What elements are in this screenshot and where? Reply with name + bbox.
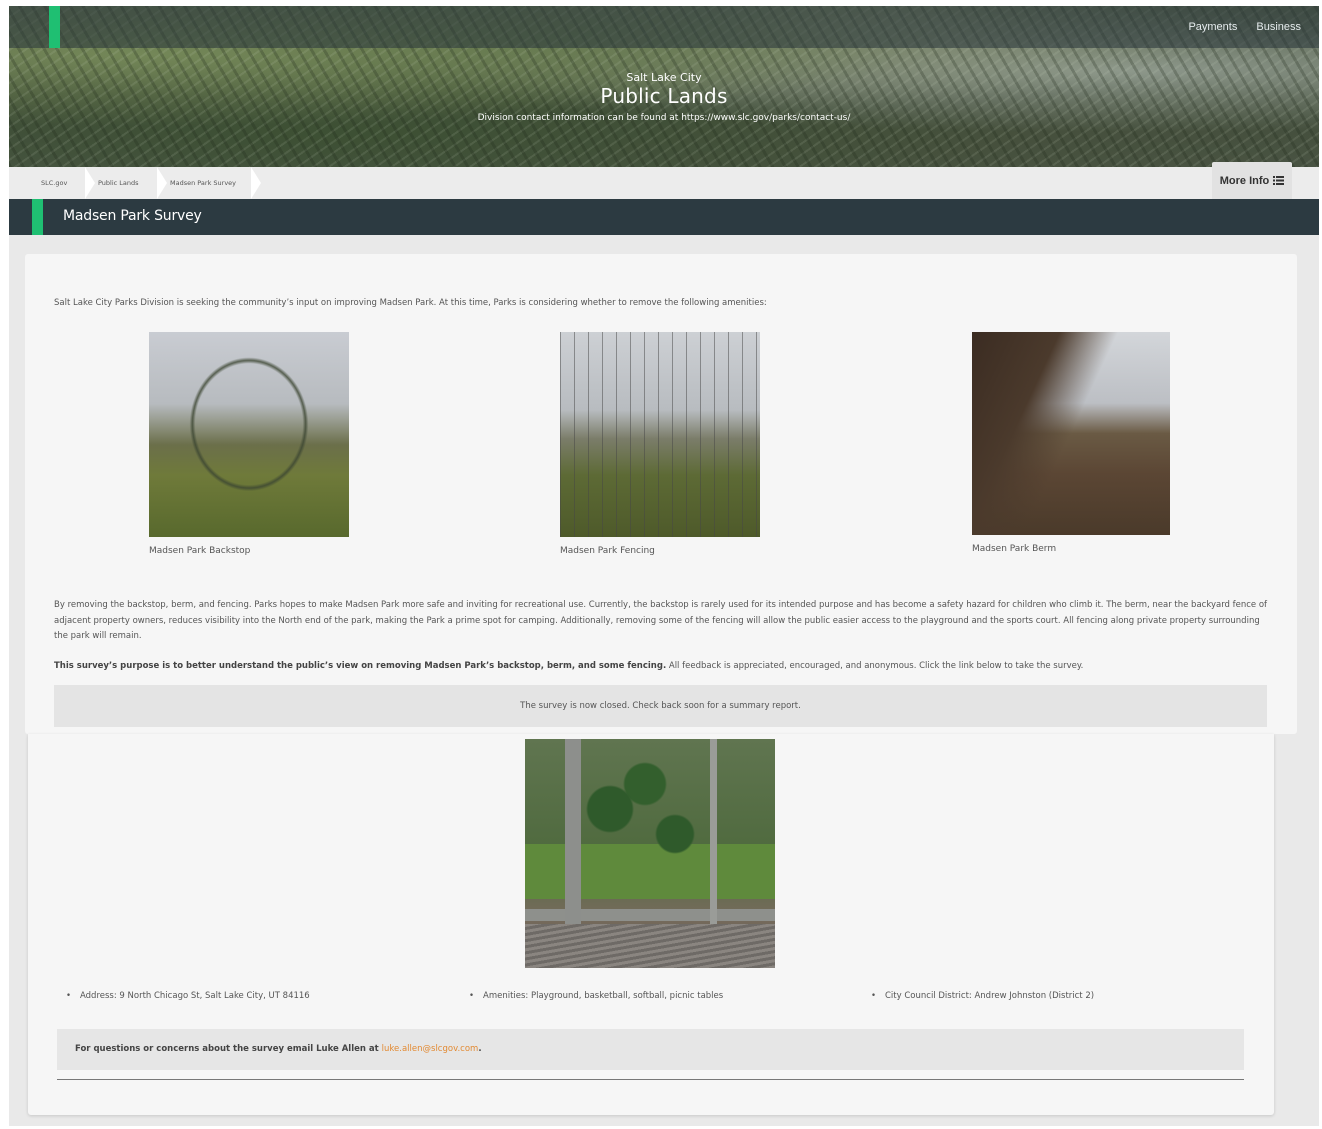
breadcrumb-separator bbox=[251, 167, 261, 199]
hero-title: Public Lands bbox=[600, 84, 728, 108]
fact-address: Address: 9 North Chicago St, Salt Lake C… bbox=[66, 991, 310, 1001]
more-info-button[interactable]: More Info bbox=[1212, 162, 1292, 199]
contact-box: For questions or concerns about the surv… bbox=[57, 1029, 1244, 1070]
fact-amenities: Amenities: Playground, basketball, softb… bbox=[469, 991, 723, 1001]
intro-text: Salt Lake City Parks Division is seeking… bbox=[54, 298, 767, 308]
contact-suffix: . bbox=[478, 1044, 482, 1054]
breadcrumb-public-lands[interactable]: Public Lands bbox=[84, 167, 139, 199]
top-nav-links: Payments Business bbox=[1188, 21, 1301, 33]
contact-email-link[interactable]: luke.allen@slcgov.com bbox=[382, 1044, 479, 1054]
nav-link-payments[interactable]: Payments bbox=[1188, 21, 1237, 33]
page-title-bar: Madsen Park Survey bbox=[9, 199, 1319, 235]
park-aerial-map bbox=[525, 739, 775, 968]
more-info-label: More Info bbox=[1219, 174, 1270, 187]
fencing-photo bbox=[560, 332, 760, 537]
backstop-photo bbox=[149, 332, 349, 537]
hero-contact: Division contact information can be foun… bbox=[477, 113, 851, 123]
description-paragraph: By removing the backstop, berm, and fenc… bbox=[54, 600, 1268, 641]
purpose-bold: This survey’s purpose is to better under… bbox=[54, 661, 667, 671]
top-nav-bar: Payments Business bbox=[9, 6, 1319, 48]
purpose-paragraph: This survey’s purpose is to better under… bbox=[54, 659, 1268, 675]
breadcrumb-slcgov[interactable]: SLC.gov bbox=[27, 167, 67, 199]
contact-prefix: For questions or concerns about the surv… bbox=[75, 1044, 382, 1054]
title-accent-stripe bbox=[32, 199, 43, 235]
purpose-rest: All feedback is appreciated, encouraged,… bbox=[666, 661, 1084, 671]
survey-status-text: The survey is now closed. Check back soo… bbox=[520, 701, 801, 711]
divider bbox=[57, 1079, 1244, 1080]
hero-subtitle: Salt Lake City bbox=[626, 71, 702, 84]
berm-caption: Madsen Park Berm bbox=[972, 544, 1057, 554]
breadcrumb-madsen-park-survey[interactable]: Madsen Park Survey bbox=[156, 167, 236, 199]
survey-status-box: The survey is now closed. Check back soo… bbox=[54, 685, 1267, 727]
backstop-caption: Madsen Park Backstop bbox=[149, 546, 251, 556]
contact-text: For questions or concerns about the surv… bbox=[75, 1044, 482, 1054]
page-title: Madsen Park Survey bbox=[63, 208, 202, 224]
berm-photo bbox=[972, 332, 1170, 535]
fencing-caption: Madsen Park Fencing bbox=[560, 546, 655, 556]
fact-council-district: City Council District: Andrew Johnston (… bbox=[871, 991, 1094, 1001]
breadcrumb: SLC.gov Public Lands Madsen Park Survey bbox=[9, 167, 1319, 199]
nav-link-business[interactable]: Business bbox=[1256, 21, 1301, 33]
list-icon bbox=[1273, 176, 1285, 185]
accent-stripe bbox=[49, 6, 60, 48]
hero-banner: Payments Business Salt Lake City Public … bbox=[9, 6, 1319, 167]
